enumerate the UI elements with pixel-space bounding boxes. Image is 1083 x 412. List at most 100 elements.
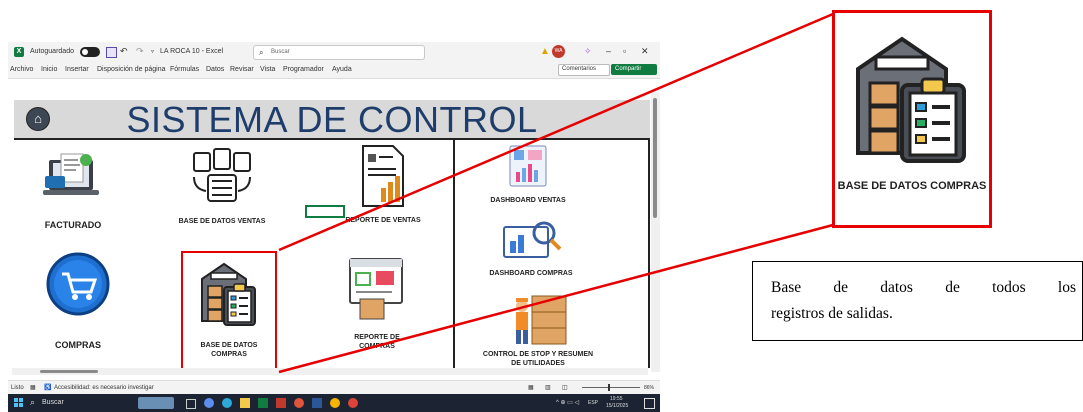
word-icon[interactable] (312, 398, 322, 408)
shopping-cart-icon (46, 252, 110, 316)
inventory-worker-icon (516, 295, 567, 345)
tile-dashboard-compras[interactable]: DASHBOARD COMPRAS (476, 217, 586, 287)
invoice-laptop-icon (43, 153, 99, 195)
tab-revisar[interactable]: Revisar (230, 66, 254, 73)
tile-dashboard-ventas[interactable]: DASHBOARD VENTAS (478, 144, 578, 214)
file-explorer-icon[interactable] (240, 398, 250, 408)
redo-icon[interactable]: ↷ (136, 46, 144, 57)
sheet-area: SISTEMA DE CONTROL ⌂ FACTURADO BASE DE D… (8, 92, 660, 380)
sales-dashboard-icon (509, 145, 547, 187)
clock-date[interactable]: 15/1/2025 (606, 403, 628, 409)
taskbar-search-icon: ⌕ (30, 397, 36, 407)
zoom-level[interactable]: 86% (644, 385, 654, 391)
tile-compras[interactable]: COMPRAS (38, 252, 118, 362)
tab-insertar[interactable]: Insertar (65, 66, 89, 73)
tile-label: FACTURADO (44, 220, 102, 230)
excel-logo-icon: X (14, 47, 24, 57)
dashboard-banner: SISTEMA DE CONTROL ⌂ (14, 100, 650, 140)
vertical-scrollbar[interactable] (651, 92, 660, 372)
tab-datos[interactable]: Datos (206, 66, 224, 73)
autosave-toggle[interactable] (80, 47, 100, 57)
chrome-profile-icon[interactable] (348, 398, 358, 408)
tile-facturado[interactable]: FACTURADO (33, 150, 113, 250)
edge-icon[interactable] (222, 398, 232, 408)
search-icon: ⌕ (259, 48, 264, 57)
tab-programador[interactable]: Programador (283, 66, 324, 73)
ribbon-tabs: Archivo Inicio Insertar Disposición de p… (8, 62, 660, 79)
tile-base-datos-ventas[interactable]: BASE DE DATOS VENTAS (178, 147, 266, 242)
save-icon[interactable] (106, 47, 117, 58)
search-placeholder: Buscar (271, 49, 290, 55)
tile-label: REPORTE DE COMPRAS (354, 334, 400, 350)
page-title: SISTEMA DE CONTROL (126, 99, 538, 140)
zoom-slider[interactable] (582, 384, 640, 391)
selected-cell[interactable] (305, 205, 345, 218)
undo-icon[interactable]: ↶ (120, 46, 128, 57)
warning-icon[interactable]: ▲ (540, 46, 550, 57)
tile-base-datos-compras[interactable]: BASE DE DATOS COMPRAS (181, 251, 277, 373)
tab-disposicion[interactable]: Disposición de página (97, 66, 166, 73)
copilot-app-icon[interactable] (204, 398, 214, 408)
tab-ayuda[interactable]: Ayuda (332, 66, 352, 73)
tile-label: DASHBOARD COMPRAS (489, 270, 573, 277)
comments-label: Comentarios (562, 66, 597, 72)
file-title: LA ROCA 10 - Excel (160, 48, 224, 55)
chrome-icon[interactable] (330, 398, 340, 408)
windows-start-icon[interactable] (14, 398, 24, 408)
tab-formulas[interactable]: Fórmulas (170, 66, 199, 73)
comments-button[interactable]: Comentarios (558, 64, 610, 76)
tile-label: CONTROL DE STOP Y RESUMEN DE UTILIDADES (482, 351, 594, 367)
accessibility-status[interactable]: Accesibilidad: es necesario investigar (54, 385, 154, 391)
restore-icon[interactable]: ▫ (623, 46, 626, 56)
share-label: Compartir (615, 66, 642, 72)
accessibility-icon[interactable]: ♿ (44, 384, 51, 391)
taskbar-widget-icon[interactable] (138, 397, 174, 409)
powerpoint-icon[interactable] (294, 398, 304, 408)
page-layout-icon[interactable]: ▥ (545, 384, 551, 391)
clock-time[interactable]: 19:55 (610, 396, 623, 402)
page-break-icon[interactable]: ◫ (562, 384, 568, 391)
tile-label: BASE DE DATOS VENTAS (178, 218, 266, 225)
taskbar-search-input[interactable]: Buscar (42, 399, 64, 406)
search-box[interactable]: ⌕ Buscar (253, 45, 425, 60)
tab-vista[interactable]: Vista (260, 66, 275, 73)
horizontal-scrollbar[interactable] (12, 368, 648, 375)
sales-report-icon (362, 145, 404, 207)
lang-indicator[interactable]: ESP (588, 400, 598, 406)
description-line-1: Base de datos de todos los (771, 279, 1076, 296)
callout-zoom: BASE DE DATOS COMPRAS (832, 10, 992, 228)
sheet-icon: ▦ (30, 385, 36, 391)
column-divider (453, 138, 455, 368)
excel-window: X Autoguardado ↶ ↷ ▿ LA ROCA 10 - Excel … (8, 42, 660, 412)
title-bar: X Autoguardado ↶ ↷ ▿ LA ROCA 10 - Excel … (8, 42, 660, 62)
share-button[interactable]: Compartir (611, 64, 657, 75)
avatar[interactable]: WA (552, 45, 565, 58)
task-view-icon[interactable] (186, 399, 196, 409)
purchases-dashboard-icon (503, 221, 562, 258)
tile-reporte-compras[interactable]: REPORTE DE COMPRAS (336, 257, 418, 367)
status-ready: Listo (11, 385, 24, 391)
customize-toolbar-icon[interactable]: ▿ (151, 48, 154, 55)
warehouse-clipboard-icon (856, 36, 966, 163)
tray-icons[interactable]: ^ ⊕ ▭ ◁ (556, 399, 579, 406)
close-icon[interactable]: ✕ (641, 46, 649, 57)
home-icon[interactable]: ⌂ (26, 107, 50, 131)
notifications-icon[interactable] (644, 398, 655, 409)
description-box: Base de datos de todos los registros de … (752, 261, 1083, 341)
tile-label: REPORTE DE VENTAS (345, 217, 421, 224)
tile-reporte-ventas[interactable]: REPORTE DE VENTAS (343, 144, 423, 244)
tab-archivo[interactable]: Archivo (10, 66, 33, 73)
callout-label: BASE DE DATOS COMPRAS (837, 180, 987, 192)
tab-inicio[interactable]: Inicio (41, 66, 57, 73)
warehouse-clipboard-icon (201, 262, 256, 326)
outlook-icon[interactable] (276, 398, 286, 408)
copilot-icon[interactable]: ✧ (584, 46, 592, 57)
minimize-icon[interactable]: – (606, 46, 611, 56)
description-line-2: registros de salidas. (771, 305, 893, 322)
tile-label: DASHBOARD VENTAS (490, 197, 566, 204)
normal-view-icon[interactable]: ▦ (528, 384, 534, 391)
tile-label: BASE DE DATOS COMPRAS (200, 342, 258, 358)
tile-control-stop[interactable]: CONTROL DE STOP Y RESUMEN DE UTILIDADES (478, 290, 598, 372)
status-bar: Listo ▦ ♿ Accesibilidad: es necesario in… (8, 380, 660, 395)
excel-app-icon[interactable] (258, 398, 268, 408)
